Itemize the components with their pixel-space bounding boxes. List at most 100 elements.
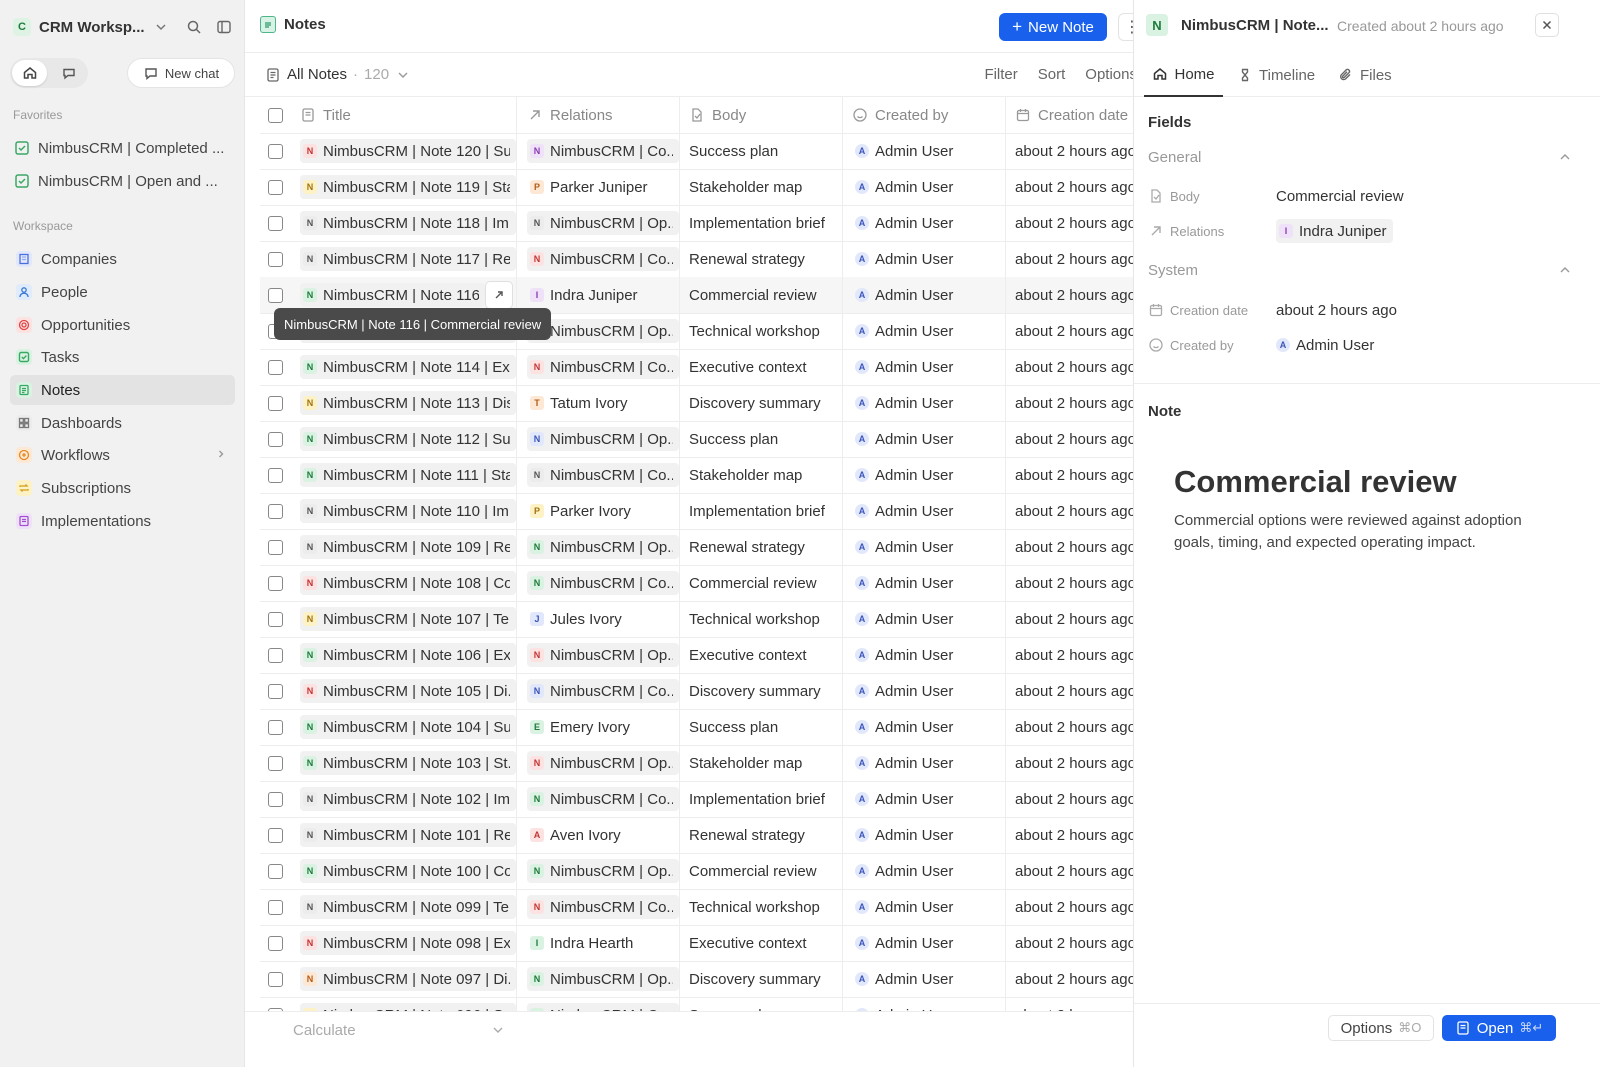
- table-row[interactable]: N NimbusCRM | Note 102 | Im... N NimbusCRM …: [260, 781, 1157, 818]
- created-by-cell[interactable]: A Admin User: [843, 169, 1006, 205]
- relations-cell[interactable]: P Parker Juniper: [517, 169, 680, 205]
- table-row[interactable]: N NimbusCRM | Note 108 | Co... N NimbusCRM …: [260, 565, 1157, 602]
- relation-chip[interactable]: N NimbusCRM | Op...: [527, 535, 679, 559]
- sidebar-item-people[interactable]: People: [10, 277, 235, 307]
- body-cell[interactable]: Executive context: [680, 637, 843, 673]
- row-checkbox[interactable]: [267, 287, 283, 303]
- table-row[interactable]: N NimbusCRM | Note 117 | Re... N NimbusCRM …: [260, 241, 1157, 278]
- row-checkbox[interactable]: [267, 611, 283, 627]
- title-chip[interactable]: N NimbusCRM | Note 114 | Ex...: [300, 355, 516, 379]
- note-heading[interactable]: Commercial review: [1174, 464, 1457, 500]
- column-header-body[interactable]: Body: [680, 97, 843, 133]
- body-cell[interactable]: Implementation brief: [680, 493, 843, 529]
- row-checkbox[interactable]: [267, 251, 283, 267]
- table-row[interactable]: N NimbusCRM | Note 099 | Te... N NimbusCRM …: [260, 889, 1157, 926]
- title-cell[interactable]: N NimbusCRM | Note 097 | Di...: [290, 961, 517, 997]
- title-chip[interactable]: N NimbusCRM | Note 097 | Di...: [300, 967, 516, 991]
- body-cell[interactable]: Technical workshop: [680, 889, 843, 925]
- title-cell[interactable]: N NimbusCRM | Note 100 | Co...: [290, 853, 517, 889]
- row-checkbox[interactable]: [267, 827, 283, 843]
- title-cell[interactable]: N NimbusCRM | Note 105 | Di...: [290, 673, 517, 709]
- row-checkbox[interactable]: [267, 935, 283, 951]
- table-row[interactable]: N NimbusCRM | Note 111 | Sta... N NimbusCRM…: [260, 457, 1157, 494]
- general-section-header[interactable]: General: [1148, 149, 1573, 166]
- title-chip[interactable]: N NimbusCRM | Note 116: [300, 283, 485, 307]
- title-cell[interactable]: N NimbusCRM | Note 099 | Te...: [290, 889, 517, 925]
- created-by-cell[interactable]: A Admin User: [843, 277, 1006, 313]
- title-chip[interactable]: N NimbusCRM | Note 112 | Su...: [300, 427, 516, 451]
- relations-cell[interactable]: N NimbusCRM | Co...: [517, 349, 680, 385]
- table-row[interactable]: N NimbusCRM | Note 106 | Ex... N NimbusCRM …: [260, 637, 1157, 674]
- table-row[interactable]: N NimbusCRM | Note 100 | Co... N NimbusCRM …: [260, 853, 1157, 890]
- row-checkbox[interactable]: [267, 215, 283, 231]
- chevron-right-icon[interactable]: [215, 447, 227, 464]
- body-cell[interactable]: Renewal strategy: [680, 817, 843, 853]
- relations-cell[interactable]: N NimbusCRM | Op...: [517, 961, 680, 997]
- relation-chip[interactable]: N NimbusCRM | Co...: [527, 139, 679, 163]
- title-chip[interactable]: N NimbusCRM | Note 113 | Dis...: [300, 391, 516, 415]
- relation-chip[interactable]: N NimbusCRM | Co...: [527, 895, 679, 919]
- title-cell[interactable]: N NimbusCRM | Note 109 | Re...: [290, 529, 517, 565]
- chevron-up-icon[interactable]: [1557, 149, 1573, 165]
- calculate-bar[interactable]: Calculate: [245, 1011, 1157, 1047]
- body-cell[interactable]: Implementation brief: [680, 205, 843, 241]
- created-by-cell[interactable]: A Admin User: [843, 673, 1006, 709]
- table-row[interactable]: N NimbusCRM | Note 118 | Im... N NimbusCRM …: [260, 205, 1157, 242]
- relation-chip[interactable]: N NimbusCRM | Op...: [527, 751, 679, 775]
- relations-cell[interactable]: P Parker Ivory: [517, 493, 680, 529]
- sidebar-item-companies[interactable]: Companies: [10, 244, 235, 274]
- sidebar-item-subscriptions[interactable]: Subscriptions: [10, 473, 235, 503]
- row-checkbox[interactable]: [267, 431, 283, 447]
- body-cell[interactable]: Success plan: [680, 133, 843, 169]
- created-by-cell[interactable]: A Admin User: [843, 313, 1006, 349]
- sidebar-item-dashboards[interactable]: Dashboards: [10, 408, 235, 438]
- relations-cell[interactable]: E Emery Ivory: [517, 709, 680, 745]
- relations-cell[interactable]: N NimbusCRM | Op...: [517, 205, 680, 241]
- table-row[interactable]: N NimbusCRM | Note 101 | Re... A Aven Ivory…: [260, 817, 1157, 854]
- table-row[interactable]: N NimbusCRM | Note 105 | Di... N NimbusCRM …: [260, 673, 1157, 710]
- body-cell[interactable]: Commercial review: [680, 853, 843, 889]
- relation-chip[interactable]: N NimbusCRM | Op...: [527, 967, 679, 991]
- body-cell[interactable]: Executive context: [680, 925, 843, 961]
- new-note-button[interactable]: + New Note: [999, 13, 1107, 41]
- body-cell[interactable]: Stakeholder map: [680, 745, 843, 781]
- relation-chip[interactable]: N NimbusCRM | Op...: [527, 211, 679, 235]
- options-button[interactable]: Options ⌘O: [1328, 1015, 1434, 1041]
- relations-cell[interactable]: N NimbusCRM | Op...: [517, 853, 680, 889]
- options-button[interactable]: Options: [1085, 66, 1137, 83]
- body-cell[interactable]: Discovery summary: [680, 385, 843, 421]
- created-by-cell[interactable]: A Admin User: [843, 133, 1006, 169]
- new-chat-button[interactable]: New chat: [127, 58, 235, 88]
- relations-cell[interactable]: T Tatum Ivory: [517, 385, 680, 421]
- body-cell[interactable]: Commercial review: [680, 565, 843, 601]
- title-chip[interactable]: N NimbusCRM | Note 108 | Co...: [300, 571, 516, 595]
- title-cell[interactable]: N NimbusCRM | Note 104 | Su...: [290, 709, 517, 745]
- relation-chip[interactable]: N NimbusCRM | Co...: [527, 679, 679, 703]
- sidebar-toggle-icon[interactable]: [216, 19, 232, 35]
- title-cell[interactable]: N NimbusCRM | Note 111 | Sta...: [290, 457, 517, 493]
- table-row[interactable]: N NimbusCRM | Note 113 | Dis... T Tatum Ivo…: [260, 385, 1157, 422]
- row-checkbox[interactable]: [267, 467, 283, 483]
- created-by-cell[interactable]: A Admin User: [843, 961, 1006, 997]
- title-cell[interactable]: N NimbusCRM | Note 119 | Sta...: [290, 169, 517, 205]
- title-chip[interactable]: N NimbusCRM | Note 107 | Te...: [300, 607, 516, 631]
- title-cell[interactable]: N NimbusCRM | Note 107 | Te...: [290, 601, 517, 637]
- title-cell[interactable]: N NimbusCRM | Note 103 | St...: [290, 745, 517, 781]
- row-checkbox[interactable]: [267, 863, 283, 879]
- created-by-cell[interactable]: A Admin User: [843, 241, 1006, 277]
- created-by-cell[interactable]: A Admin User: [843, 349, 1006, 385]
- title-chip[interactable]: N NimbusCRM | Note 104 | Su...: [300, 715, 516, 739]
- title-cell[interactable]: N NimbusCRM | Note 110 | Im...: [290, 493, 517, 529]
- chat-icon[interactable]: [51, 60, 86, 86]
- row-checkbox[interactable]: [267, 539, 283, 555]
- relations-cell[interactable]: N NimbusCRM | Co...: [517, 673, 680, 709]
- relations-cell[interactable]: N NimbusCRM | Co...: [517, 133, 680, 169]
- relation-chip[interactable]: P Parker Juniper: [527, 175, 654, 199]
- table-row[interactable]: N NimbusCRM | Note 103 | St... N NimbusCRM …: [260, 745, 1157, 782]
- sort-button[interactable]: Sort: [1038, 66, 1066, 83]
- relations-cell[interactable]: N NimbusCRM | Co...: [517, 889, 680, 925]
- created-by-cell[interactable]: A Admin User: [843, 709, 1006, 745]
- record-title[interactable]: NimbusCRM | Note...: [1181, 17, 1329, 34]
- body-cell[interactable]: Technical workshop: [680, 313, 843, 349]
- title-chip[interactable]: N NimbusCRM | Note 099 | Te...: [300, 895, 516, 919]
